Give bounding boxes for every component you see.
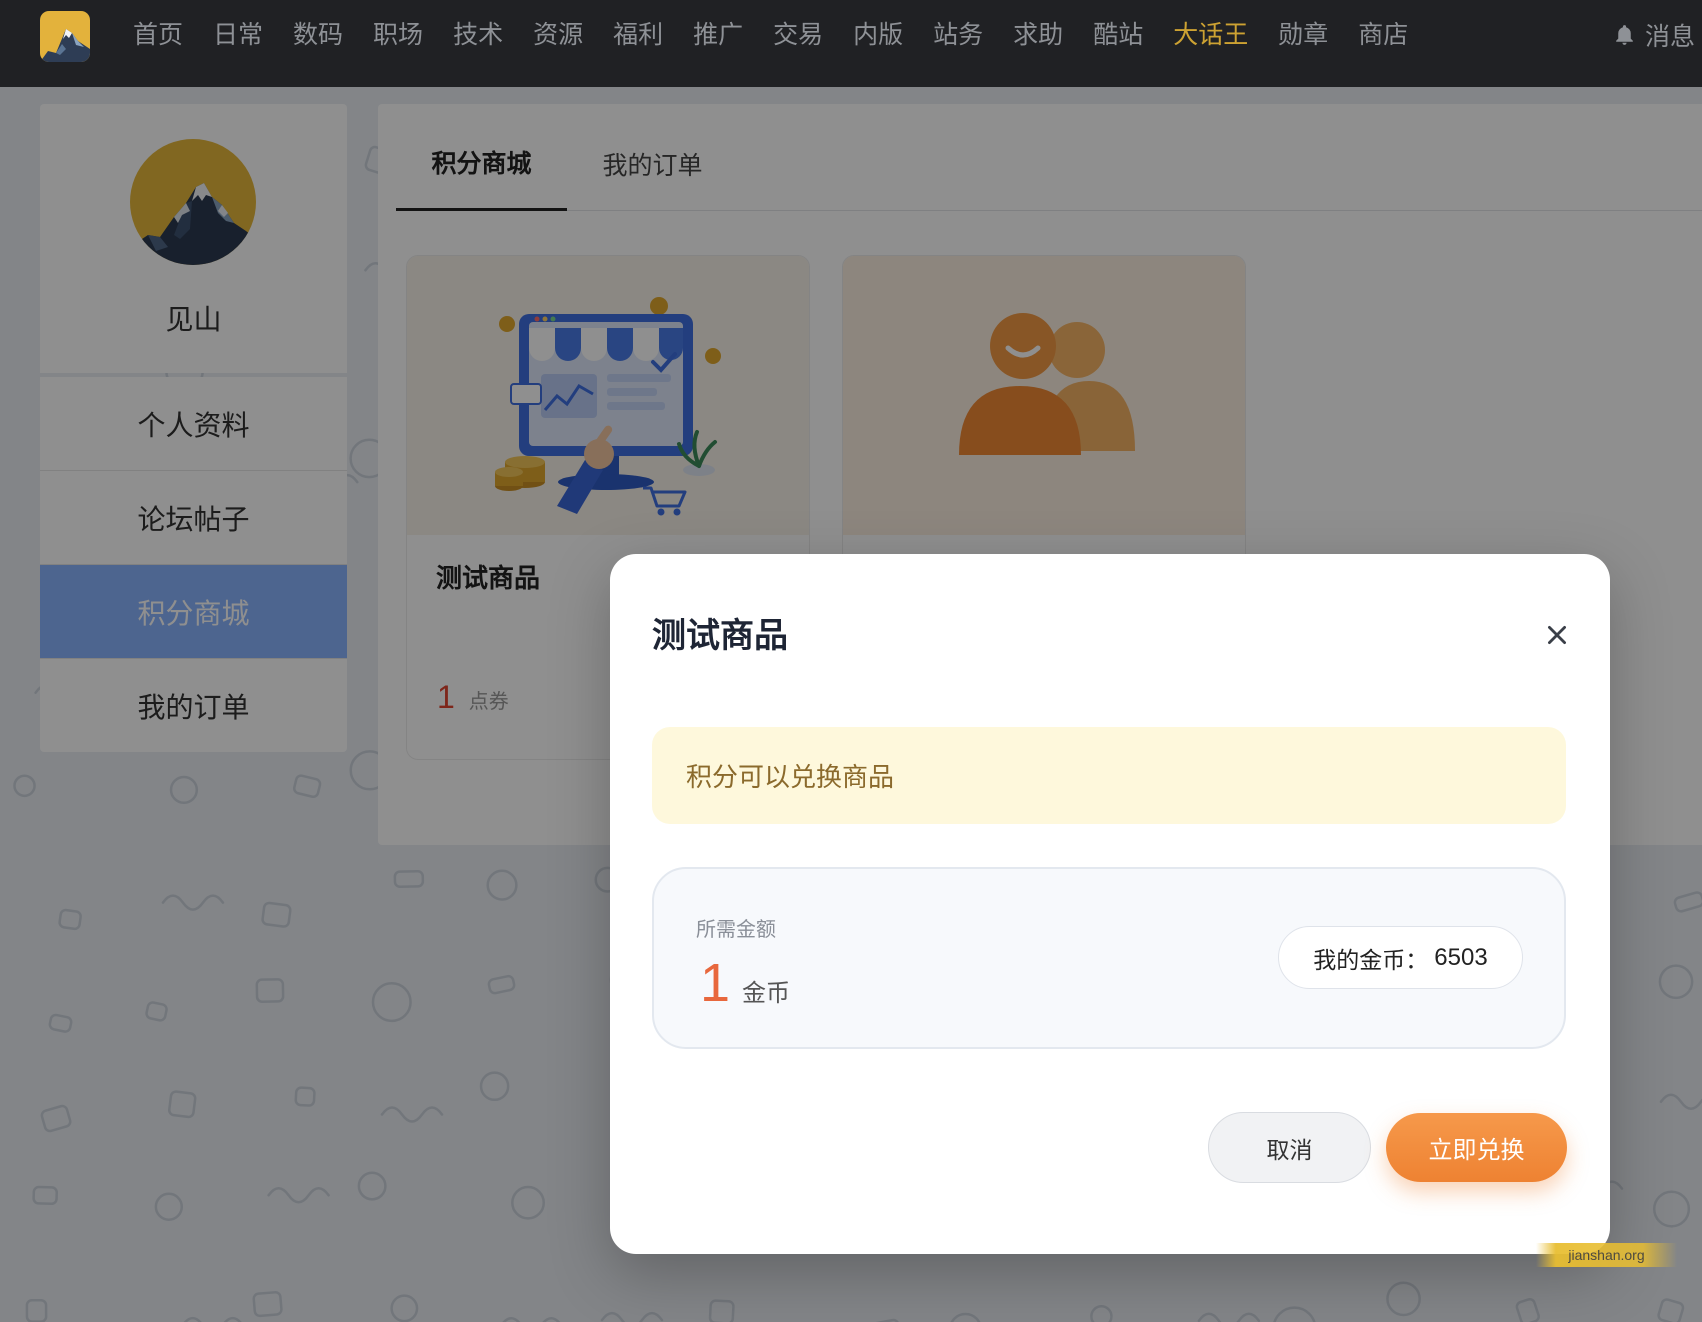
messages-label: 消息 bbox=[1645, 23, 1696, 51]
notice-banner: 积分可以兑换商品 bbox=[652, 727, 1566, 824]
nav-item-welfare[interactable]: 福利 bbox=[613, 16, 663, 54]
top-nav: 首页 日常 数码 职场 技术 资源 福利 推广 交易 内版 站务 求助 酷站 大… bbox=[0, 0, 1702, 87]
nav-item-digital[interactable]: 数码 bbox=[293, 16, 343, 54]
balance-badge: 我的金币： 6503 bbox=[1278, 926, 1523, 989]
nav-item-site-affairs[interactable]: 站务 bbox=[933, 16, 983, 54]
amount-panel: 所需金额 1 金币 我的金币： 6503 bbox=[652, 867, 1566, 1049]
nav-item-cool-sites[interactable]: 酷站 bbox=[1093, 16, 1143, 54]
redeem-dialog: 测试商品 积分可以兑换商品 所需金额 1 金币 我的金币： 6503 取消 立即… bbox=[610, 554, 1610, 1254]
amount-label: 所需金额 bbox=[696, 919, 776, 941]
amount-unit: 金币 bbox=[742, 980, 791, 1007]
close-button[interactable] bbox=[1543, 621, 1571, 649]
close-icon bbox=[1548, 626, 1566, 644]
nav-item-workplace[interactable]: 职场 bbox=[373, 16, 423, 54]
amount-row: 1 金币 bbox=[700, 953, 790, 1013]
balance-value: 6503 bbox=[1434, 943, 1488, 971]
redeem-button[interactable]: 立即兑换 bbox=[1386, 1113, 1567, 1182]
nav-item-inner[interactable]: 内版 bbox=[853, 16, 903, 54]
nav-item-dahuawang[interactable]: 大话王 bbox=[1173, 16, 1248, 54]
nav-item-trade[interactable]: 交易 bbox=[773, 16, 823, 54]
nav-item-home[interactable]: 首页 bbox=[133, 16, 183, 54]
balance-label: 我的金币： bbox=[1313, 946, 1429, 973]
nav-menu: 首页 日常 数码 职场 技术 资源 福利 推广 交易 内版 站务 求助 酷站 大… bbox=[133, 16, 1408, 54]
nav-item-help[interactable]: 求助 bbox=[1013, 16, 1063, 54]
cancel-button[interactable]: 取消 bbox=[1208, 1112, 1371, 1183]
nav-item-tech[interactable]: 技术 bbox=[453, 16, 503, 54]
nav-item-promotion[interactable]: 推广 bbox=[693, 16, 743, 54]
nav-item-resources[interactable]: 资源 bbox=[533, 16, 583, 54]
messages-link[interactable]: 消息 bbox=[1612, 16, 1695, 54]
amount-value: 1 bbox=[700, 953, 731, 1013]
bell-icon bbox=[1616, 24, 1633, 45]
nav-item-shop[interactable]: 商店 bbox=[1358, 16, 1408, 54]
mountain-logo-icon bbox=[40, 11, 90, 62]
dialog-title: 测试商品 bbox=[652, 617, 788, 655]
site-logo[interactable] bbox=[40, 11, 90, 62]
nav-item-daily[interactable]: 日常 bbox=[213, 16, 263, 54]
nav-item-medals[interactable]: 勋章 bbox=[1278, 16, 1328, 54]
watermark: jianshan.org bbox=[1536, 1243, 1677, 1267]
